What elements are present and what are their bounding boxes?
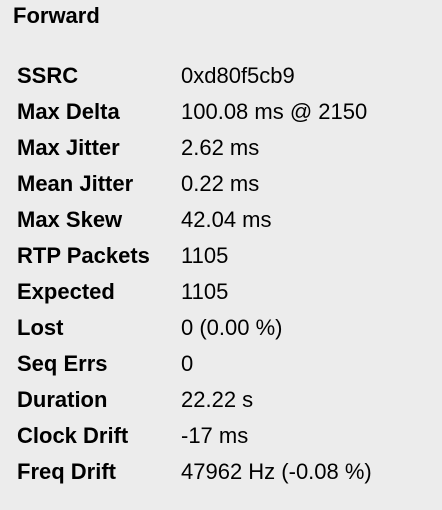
stat-value: 1105 (181, 243, 229, 268)
stat-label: Max Jitter (17, 135, 120, 160)
stat-label: Clock Drift (17, 423, 129, 448)
stat-value: 0 (0.00 %) (181, 315, 283, 340)
stat-label: Freq Drift (17, 459, 116, 484)
stats-table: SSRC 0xd80f5cb9 Max Delta 100.08 ms @ 2150 M… (17, 58, 372, 490)
stat-label: SSRC (17, 63, 79, 88)
stat-label: Expected (17, 279, 115, 304)
stat-value: 0.22 ms (181, 171, 260, 196)
stat-label: Max Skew (17, 207, 123, 232)
stat-row: Duration 22.22 s (17, 382, 372, 418)
stat-value: 2.62 ms (181, 135, 260, 160)
stat-row: Lost 0 (0.00 %) (17, 310, 372, 346)
stat-label: Duration (17, 387, 108, 412)
stat-label: Seq Errs (17, 351, 108, 376)
stat-row: RTP Packets 1105 (17, 238, 372, 274)
stat-value: 0 (181, 351, 194, 376)
stat-row: SSRC 0xd80f5cb9 (17, 58, 372, 94)
stat-row: Freq Drift 47962 Hz (-0.08 %) (17, 454, 372, 490)
stat-label: RTP Packets (17, 243, 150, 268)
stat-label: Max Delta (17, 99, 120, 124)
stat-row: Clock Drift -17 ms (17, 418, 372, 454)
stat-label: Lost (17, 315, 64, 340)
stat-label: Mean Jitter (17, 171, 134, 196)
stat-value: 100.08 ms @ 2150 (181, 99, 368, 124)
stat-row: Max Skew 42.04 ms (17, 202, 372, 238)
stat-value: -17 ms (181, 423, 249, 448)
stat-row: Max Jitter 2.62 ms (17, 130, 372, 166)
stat-row: Seq Errs 0 (17, 346, 372, 382)
stat-row: Mean Jitter 0.22 ms (17, 166, 372, 202)
stat-value: 0xd80f5cb9 (181, 63, 295, 88)
stat-value: 42.04 ms (181, 207, 272, 232)
stat-value: 47962 Hz (-0.08 %) (181, 459, 372, 484)
stat-value: 1105 (181, 279, 229, 304)
section-title: Forward (13, 3, 100, 28)
stat-value: 22.22 s (181, 387, 254, 412)
stat-row: Expected 1105 (17, 274, 372, 310)
stat-row: Max Delta 100.08 ms @ 2150 (17, 94, 372, 130)
